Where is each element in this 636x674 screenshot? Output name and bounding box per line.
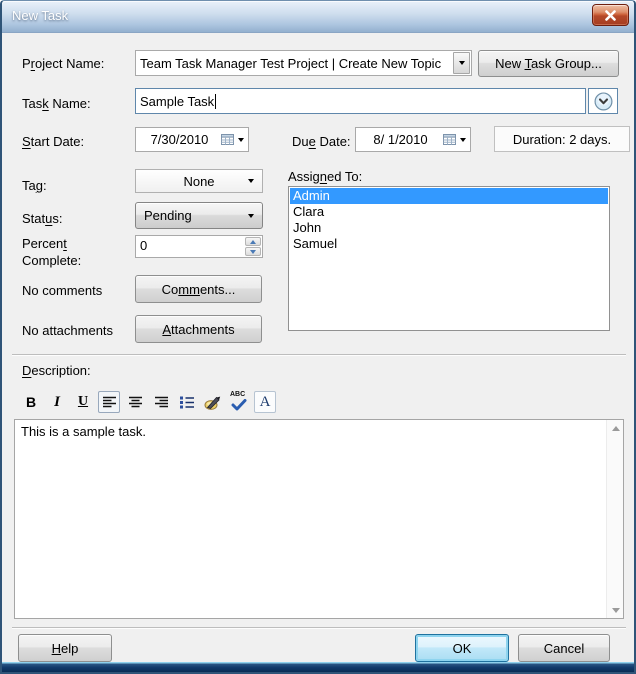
start-date-label: Start Date: bbox=[22, 134, 84, 149]
project-name-value: Team Task Manager Test Project | Create … bbox=[136, 56, 441, 71]
close-icon bbox=[604, 10, 617, 21]
italic-icon: I bbox=[54, 394, 60, 411]
tag-label: Tag: bbox=[22, 178, 47, 193]
start-date-picker[interactable]: 7/30/2010 bbox=[135, 127, 249, 152]
assigned-to-label: Assigned To: bbox=[288, 169, 362, 184]
due-date-value: 8/ 1/2010 bbox=[356, 132, 443, 147]
underline-button[interactable]: U bbox=[72, 391, 94, 413]
scroll-down-button[interactable] bbox=[607, 602, 624, 618]
status-value: Pending bbox=[136, 208, 192, 223]
attachments-label: Attachments bbox=[162, 322, 234, 337]
formatting-toolbar: B I U bbox=[20, 389, 280, 415]
project-name-label: Project Name: bbox=[22, 56, 104, 71]
comments-button[interactable]: Comments... bbox=[135, 275, 262, 303]
description-editor: This is a sample task. bbox=[14, 419, 624, 619]
dropdown-arrow-icon bbox=[248, 214, 254, 218]
bullet-list-icon bbox=[179, 395, 195, 409]
task-name-label: Task Name: bbox=[22, 96, 91, 111]
footer-divider bbox=[12, 627, 626, 629]
font-button[interactable]: A bbox=[254, 391, 276, 413]
no-comments-text: No comments bbox=[22, 283, 102, 298]
cancel-button[interactable]: Cancel bbox=[518, 634, 610, 662]
spinner-up-icon bbox=[250, 240, 256, 244]
align-left-button[interactable] bbox=[98, 391, 120, 413]
align-center-button[interactable] bbox=[124, 391, 146, 413]
scroll-up-icon bbox=[612, 426, 620, 431]
window-title: New Task bbox=[12, 8, 68, 23]
dropdown-arrow-icon bbox=[459, 61, 465, 65]
status-combobox[interactable]: Pending bbox=[135, 202, 263, 229]
list-item-clara[interactable]: Clara bbox=[290, 204, 608, 220]
align-right-button[interactable] bbox=[150, 391, 172, 413]
percent-complete-spinner[interactable]: 0 bbox=[135, 235, 263, 258]
tag-value: None bbox=[183, 174, 214, 189]
ok-label: OK bbox=[453, 641, 472, 656]
new-task-dialog: New Task Project Name: Team Task Manager… bbox=[0, 0, 636, 674]
percent-complete-value: 0 bbox=[140, 238, 147, 253]
close-button[interactable] bbox=[592, 4, 629, 26]
percent-complete-label-line2: Complete: bbox=[22, 253, 81, 268]
italic-button[interactable]: I bbox=[46, 391, 68, 413]
align-right-icon bbox=[154, 396, 169, 409]
scroll-down-icon bbox=[612, 608, 620, 613]
task-name-input[interactable]: Sample Task bbox=[135, 88, 586, 114]
list-item-john[interactable]: John bbox=[290, 220, 608, 236]
duration-value: Duration: 2 days. bbox=[513, 132, 611, 147]
status-label: Status: bbox=[22, 211, 62, 226]
spellcheck-button[interactable]: ABC bbox=[228, 391, 250, 413]
start-date-value: 7/30/2010 bbox=[136, 132, 221, 147]
assigned-to-listbox[interactable]: Admin Clara John Samuel bbox=[288, 186, 610, 331]
bold-icon: B bbox=[26, 394, 36, 410]
text-caret bbox=[215, 94, 216, 109]
scroll-up-button[interactable] bbox=[607, 420, 624, 436]
percent-complete-label-line1: Percent bbox=[22, 236, 67, 251]
new-task-group-button[interactable]: New Task Group... bbox=[478, 50, 619, 77]
attachments-button[interactable]: Attachments bbox=[135, 315, 262, 343]
project-name-dropdown-button[interactable] bbox=[453, 52, 470, 74]
list-item-admin[interactable]: Admin bbox=[290, 188, 608, 204]
align-center-icon bbox=[128, 396, 143, 409]
description-scrollbar[interactable] bbox=[606, 420, 623, 618]
ok-button[interactable]: OK bbox=[415, 634, 509, 662]
duration-display: Duration: 2 days. bbox=[494, 126, 630, 152]
window-bottom-frame bbox=[2, 662, 634, 672]
spinner-down-button[interactable] bbox=[245, 247, 261, 256]
spinner-down-icon bbox=[250, 250, 256, 254]
help-label: Help bbox=[52, 641, 79, 656]
spellcheck-icon: ABC bbox=[229, 392, 249, 412]
bold-button[interactable]: B bbox=[20, 391, 42, 413]
new-task-group-label: New Task Group... bbox=[495, 56, 602, 71]
underline-icon: U bbox=[78, 394, 88, 410]
description-label: Description: bbox=[22, 363, 91, 378]
calendar-icon bbox=[221, 133, 235, 146]
chevron-down-circle-icon bbox=[594, 92, 613, 111]
task-name-expand-button[interactable] bbox=[588, 88, 618, 114]
list-item-samuel[interactable]: Samuel bbox=[290, 236, 608, 252]
bullet-list-button[interactable] bbox=[176, 391, 198, 413]
description-text[interactable]: This is a sample task. bbox=[15, 420, 605, 618]
dropdown-arrow-icon bbox=[238, 138, 244, 142]
pen-icon bbox=[204, 394, 222, 410]
due-date-label: Due Date: bbox=[292, 134, 351, 149]
align-left-icon bbox=[102, 396, 117, 409]
section-divider bbox=[12, 354, 626, 356]
font-icon: A bbox=[260, 394, 271, 411]
titlebar[interactable]: New Task bbox=[2, 1, 634, 33]
project-name-combobox[interactable]: Team Task Manager Test Project | Create … bbox=[135, 50, 472, 76]
tag-combobox[interactable]: None bbox=[135, 169, 263, 193]
dropdown-arrow-icon bbox=[248, 179, 254, 183]
dropdown-arrow-icon bbox=[460, 138, 466, 142]
help-button[interactable]: Help bbox=[18, 634, 112, 662]
no-attachments-text: No attachments bbox=[22, 323, 113, 338]
calendar-icon bbox=[443, 133, 457, 146]
task-name-value: Sample Task bbox=[136, 94, 214, 109]
spinner-up-button[interactable] bbox=[245, 237, 261, 246]
pen-button[interactable] bbox=[202, 391, 224, 413]
comments-label: Comments... bbox=[162, 282, 236, 297]
cancel-label: Cancel bbox=[544, 641, 584, 656]
due-date-picker[interactable]: 8/ 1/2010 bbox=[355, 127, 471, 152]
